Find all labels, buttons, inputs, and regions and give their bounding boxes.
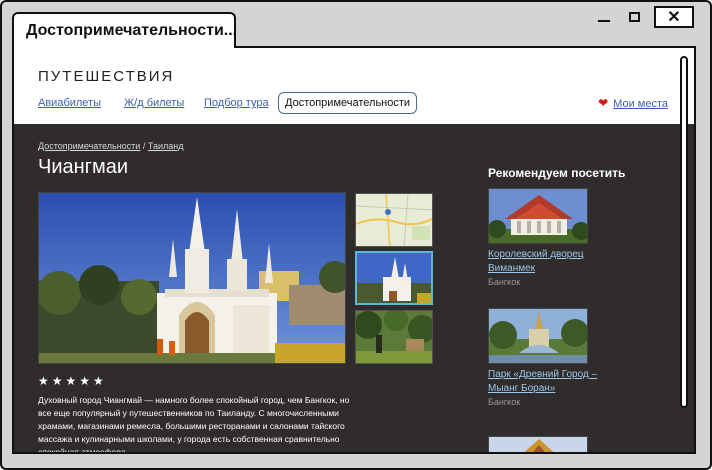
- nav-tour[interactable]: Подбор тура: [204, 94, 269, 112]
- rec-name-link[interactable]: Парк «Древний Город – Мыанг Боран»: [488, 368, 618, 396]
- recommend-heading: Рекомендуем посетить: [488, 166, 626, 180]
- palace-image: [489, 189, 587, 243]
- ancient-city-image: [489, 309, 587, 363]
- rec-image[interactable]: [488, 436, 588, 452]
- temple-photo: [39, 193, 345, 363]
- gallery-thumb-temple[interactable]: [355, 251, 433, 305]
- gallery-thumb-forest[interactable]: [355, 310, 433, 364]
- my-places-link[interactable]: ❤ Мои места: [598, 96, 668, 110]
- map-thumbnail: [356, 194, 432, 246]
- rec-card: Парк «Древний Город – Мыанг Боран» Бангк…: [488, 308, 618, 408]
- site-brand[interactable]: ПУТЕШЕСТВИЯ: [38, 68, 174, 85]
- breadcrumb: Достопримечательности / Таиланд: [38, 141, 183, 151]
- page-viewport: ПУТЕШЕСТВИЯ Авиабилеты Ж/д билеты Подбор…: [12, 46, 696, 454]
- heart-icon: ❤: [598, 96, 609, 110]
- vertical-scrollbar[interactable]: [680, 56, 688, 408]
- rec-card: Королевский дворец Виманмек Бангкок: [488, 188, 618, 288]
- breadcrumb-separator: /: [142, 141, 146, 151]
- breadcrumb-thailand[interactable]: Таиланд: [148, 141, 184, 151]
- nav-avia[interactable]: Авиабилеты: [38, 94, 101, 112]
- nav-rail[interactable]: Ж/д билеты: [124, 94, 184, 112]
- minimize-button[interactable]: [594, 6, 614, 28]
- main-photo[interactable]: [38, 192, 346, 364]
- tab-title: Достопримечательности...: [26, 22, 238, 39]
- close-button[interactable]: ✕: [654, 6, 694, 28]
- place-description: Духовный город Чиангмай — намного более …: [38, 395, 350, 454]
- nav-sights[interactable]: Достопримечательности: [278, 92, 418, 114]
- temple-thumbnail: [357, 253, 431, 303]
- rec-image[interactable]: [488, 308, 588, 364]
- gallery-thumb-map[interactable]: [355, 193, 433, 247]
- browser-window: Достопримечательности... ✕ ПУТЕШЕСТВИЯ А…: [0, 0, 712, 470]
- forest-thumbnail: [356, 311, 432, 363]
- my-places-label: Мои места: [613, 98, 668, 110]
- maximize-icon: [628, 12, 640, 22]
- close-icon: ✕: [667, 9, 681, 26]
- browser-tab[interactable]: Достопримечательности...: [12, 12, 238, 48]
- main-content: Достопримечательности / Таиланд Чиангмаи: [14, 124, 694, 454]
- minimize-icon: [598, 20, 610, 22]
- page-title: Чиангмаи: [38, 156, 129, 178]
- rec-card: [488, 436, 618, 452]
- temple-roof-image: [489, 437, 587, 452]
- breadcrumb-sights[interactable]: Достопримечательности: [38, 141, 140, 151]
- rec-city: Бангкок: [488, 397, 521, 407]
- rec-city: Бангкок: [488, 277, 521, 287]
- maximize-button[interactable]: [624, 6, 644, 28]
- rating-stars: ★★★★★: [38, 374, 107, 388]
- rec-image[interactable]: [488, 188, 588, 244]
- site-header: ПУТЕШЕСТВИЯ Авиабилеты Ж/д билеты Подбор…: [14, 48, 694, 124]
- rec-name-link[interactable]: Королевский дворец Виманмек: [488, 248, 618, 276]
